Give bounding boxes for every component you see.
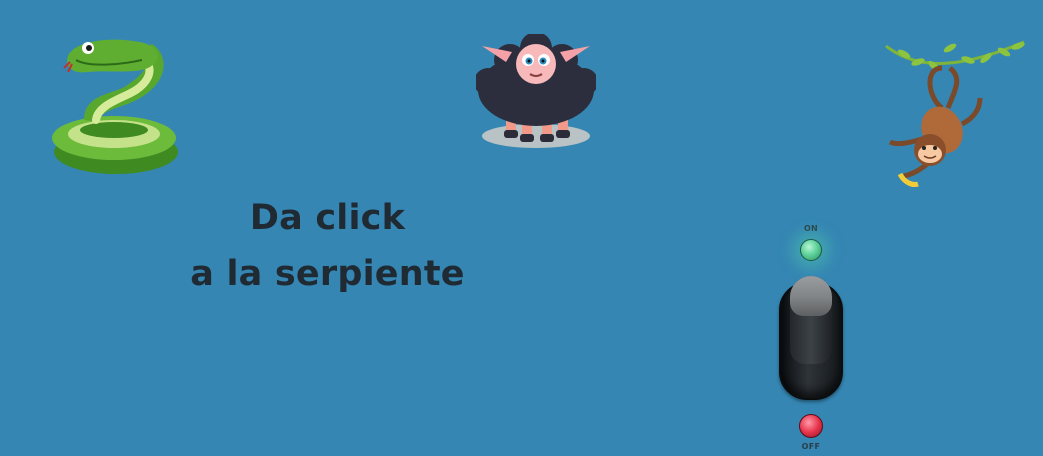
instruction-text: Da click a la serpiente [180, 190, 475, 302]
game-stage: Da click a la serpiente ON OFF [0, 0, 1043, 456]
lever-cap [790, 276, 832, 316]
off-indicator-light [799, 414, 823, 438]
instruction-line-2: a la serpiente [190, 254, 465, 294]
monkey-image[interactable] [884, 38, 1030, 190]
sheep-image[interactable] [476, 34, 596, 150]
on-indicator-light [800, 239, 822, 261]
toggle-lever-button[interactable] [779, 276, 843, 400]
on-label: ON [803, 224, 819, 233]
snake-image[interactable] [44, 34, 188, 182]
instruction-line-1: Da click [249, 198, 406, 238]
off-label: OFF [801, 442, 821, 451]
toggle-switch: ON OFF [768, 222, 854, 456]
lever-shaft [790, 276, 832, 364]
